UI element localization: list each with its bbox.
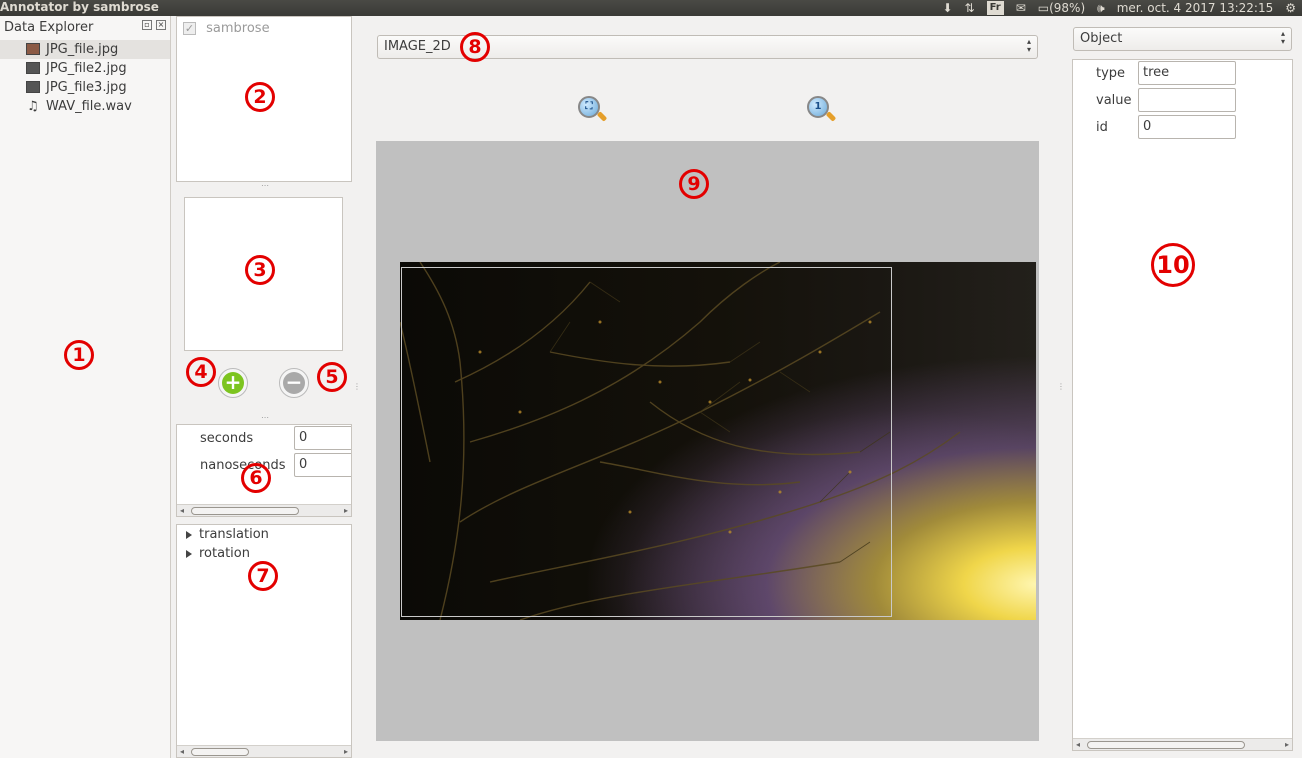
gear-icon[interactable]: ⚙ [1285, 1, 1296, 15]
minus-icon: − [283, 372, 305, 394]
scroll-right-arrow[interactable]: ▸ [344, 505, 348, 516]
data-explorer-header: Data Explorer ▫ × [0, 16, 170, 40]
zoom-original-button[interactable]: 1 [805, 94, 837, 126]
annotation-bounding-box[interactable] [401, 267, 892, 617]
object-type-value: Object [1080, 31, 1123, 46]
image-file-icon [26, 62, 40, 74]
splitter-handle[interactable]: ⋯ [261, 413, 269, 422]
file-name: JPG_file3.jpg [46, 80, 127, 95]
battery-level: (98%) [1049, 1, 1086, 15]
close-dock-icon[interactable]: × [156, 20, 166, 30]
horizontal-scrollbar[interactable]: ◂ ▸ [177, 504, 351, 516]
splitter-handle[interactable]: ⋯ [261, 181, 269, 190]
data-explorer-panel: Data Explorer ▫ × JPG_file.jpg JPG_file2… [0, 16, 171, 758]
dropbox-icon[interactable]: ⬇ [942, 1, 952, 15]
tree-item-label: rotation [199, 546, 250, 561]
image-view[interactable] [400, 262, 1036, 620]
user-label: sambrose [206, 21, 270, 36]
callout-5: 5 [317, 362, 347, 392]
image-canvas[interactable] [376, 141, 1039, 741]
seconds-input[interactable]: 0 [294, 426, 351, 450]
system-tray: ⬇ ⇅ Fr ✉ ▭(98%) 🕪 mer. oct. 4 2017 13:22… [942, 0, 1296, 16]
user-list-item[interactable]: ✓ sambrose [177, 17, 351, 40]
scroll-right-arrow[interactable]: ▸ [1285, 739, 1289, 751]
dropdown-arrows-icon: ▴ ▾ [1026, 37, 1031, 54]
file-item[interactable]: ♫ WAV_file.wav [0, 97, 170, 116]
callout-7: 7 [248, 561, 278, 591]
user-checkbox[interactable]: ✓ [183, 22, 196, 35]
id-input[interactable]: 0 [1138, 115, 1236, 139]
file-item[interactable]: JPG_file2.jpg [0, 59, 170, 78]
callout-8: 8 [460, 32, 490, 62]
id-label: id [1096, 120, 1108, 135]
float-dock-icon[interactable]: ▫ [142, 20, 152, 30]
audio-file-icon: ♫ [27, 99, 39, 114]
view-type-value: IMAGE_2D [384, 39, 451, 54]
nanoseconds-input[interactable]: 0 [294, 453, 351, 477]
callout-10: 10 [1151, 243, 1195, 287]
callout-2: 2 [245, 82, 275, 112]
scrollbar-thumb[interactable] [191, 507, 299, 515]
dropdown-arrows-icon: ▴ ▾ [1280, 29, 1285, 46]
file-name: JPG_file.jpg [46, 42, 119, 57]
add-annotation-button[interactable]: + [218, 368, 248, 398]
callout-4: 4 [186, 357, 216, 387]
splitter-handle[interactable]: ⋮ [1057, 382, 1065, 391]
seconds-label: seconds [200, 431, 254, 446]
file-item[interactable]: JPG_file.jpg [0, 40, 170, 59]
image-file-icon [26, 81, 40, 93]
scroll-left-arrow[interactable]: ◂ [180, 505, 184, 516]
remove-annotation-button[interactable]: − [279, 368, 309, 398]
file-item[interactable]: JPG_file3.jpg [0, 78, 170, 97]
mail-icon[interactable]: ✉ [1016, 1, 1026, 15]
horizontal-scrollbar[interactable]: ◂ ▸ [1073, 738, 1292, 750]
tree-item-label: translation [199, 527, 269, 542]
magnifier-handle [825, 111, 837, 122]
expand-arrow-icon[interactable] [186, 530, 192, 539]
callout-3: 3 [245, 255, 275, 285]
scroll-left-arrow[interactable]: ◂ [1076, 739, 1080, 751]
window-title: Annotator by sambrose [0, 0, 159, 14]
value-input[interactable] [1138, 88, 1236, 112]
tree-item-translation[interactable]: translation [186, 527, 269, 542]
value-label: value [1096, 93, 1132, 108]
object-properties-panel: type tree value id 0 ◂ ▸ [1072, 59, 1293, 751]
magnifier-handle [596, 111, 608, 122]
network-icon[interactable]: ⇅ [965, 1, 975, 15]
image-file-icon [26, 43, 40, 55]
clock[interactable]: mer. oct. 4 2017 13:22:15 [1117, 1, 1274, 15]
data-explorer-title: Data Explorer [4, 20, 94, 35]
scrollbar-thumb[interactable] [191, 748, 249, 756]
scroll-left-arrow[interactable]: ◂ [180, 746, 184, 758]
scroll-right-arrow[interactable]: ▸ [344, 746, 348, 758]
transform-tree-panel: translation rotation ◂ ▸ [176, 524, 352, 758]
object-type-dropdown[interactable]: Object ▴ ▾ [1073, 27, 1292, 51]
volume-icon[interactable]: 🕪 [1097, 1, 1105, 15]
splitter-handle[interactable]: ⋮ [353, 382, 361, 391]
file-name: JPG_file2.jpg [46, 61, 127, 76]
expand-arrow-icon[interactable] [186, 549, 192, 558]
battery-icon[interactable]: ▭(98%) [1038, 1, 1085, 15]
scrollbar-thumb[interactable] [1087, 741, 1245, 749]
zoom-fit-button[interactable]: ⛶ [576, 94, 608, 126]
keyboard-layout-indicator[interactable]: Fr [986, 1, 1004, 15]
horizontal-scrollbar[interactable]: ◂ ▸ [177, 745, 351, 757]
type-label: type [1096, 66, 1126, 81]
type-input[interactable]: tree [1138, 61, 1236, 85]
file-name: WAV_file.wav [46, 99, 132, 114]
callout-9: 9 [679, 169, 709, 199]
tree-item-rotation[interactable]: rotation [186, 546, 250, 561]
top-bar: Annotator by sambrose ⬇ ⇅ Fr ✉ ▭(98%) 🕪 … [0, 0, 1302, 16]
plus-icon: + [222, 372, 244, 394]
callout-1: 1 [64, 340, 94, 370]
callout-6: 6 [241, 463, 271, 493]
